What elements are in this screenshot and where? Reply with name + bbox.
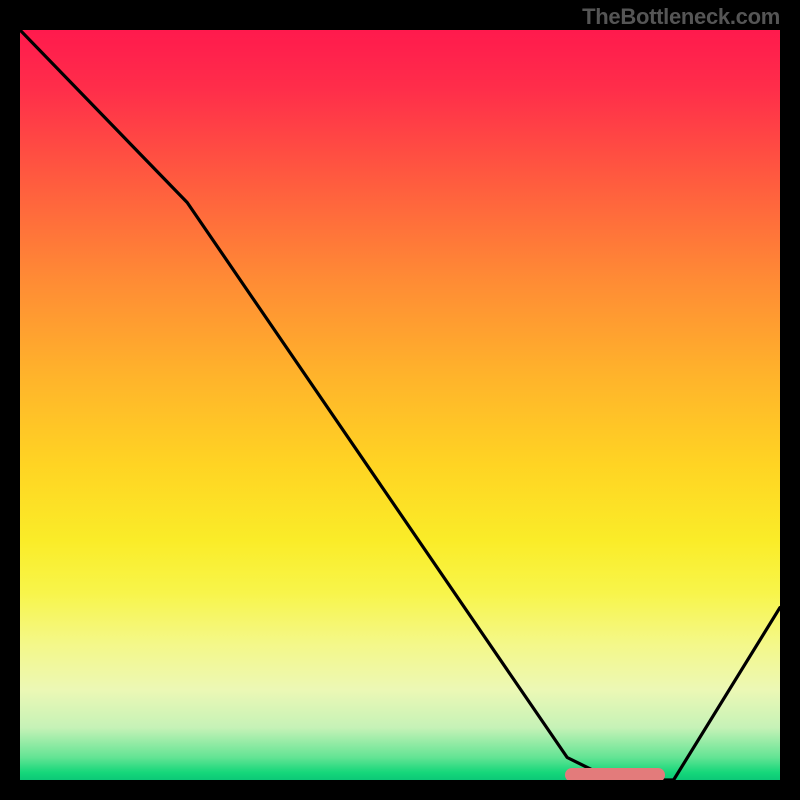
optimum-marker — [565, 768, 665, 780]
plot-area — [20, 30, 780, 780]
bottleneck-curve — [20, 30, 780, 780]
attribution-label: TheBottleneck.com — [582, 4, 780, 30]
chart-container: TheBottleneck.com — [0, 0, 800, 800]
